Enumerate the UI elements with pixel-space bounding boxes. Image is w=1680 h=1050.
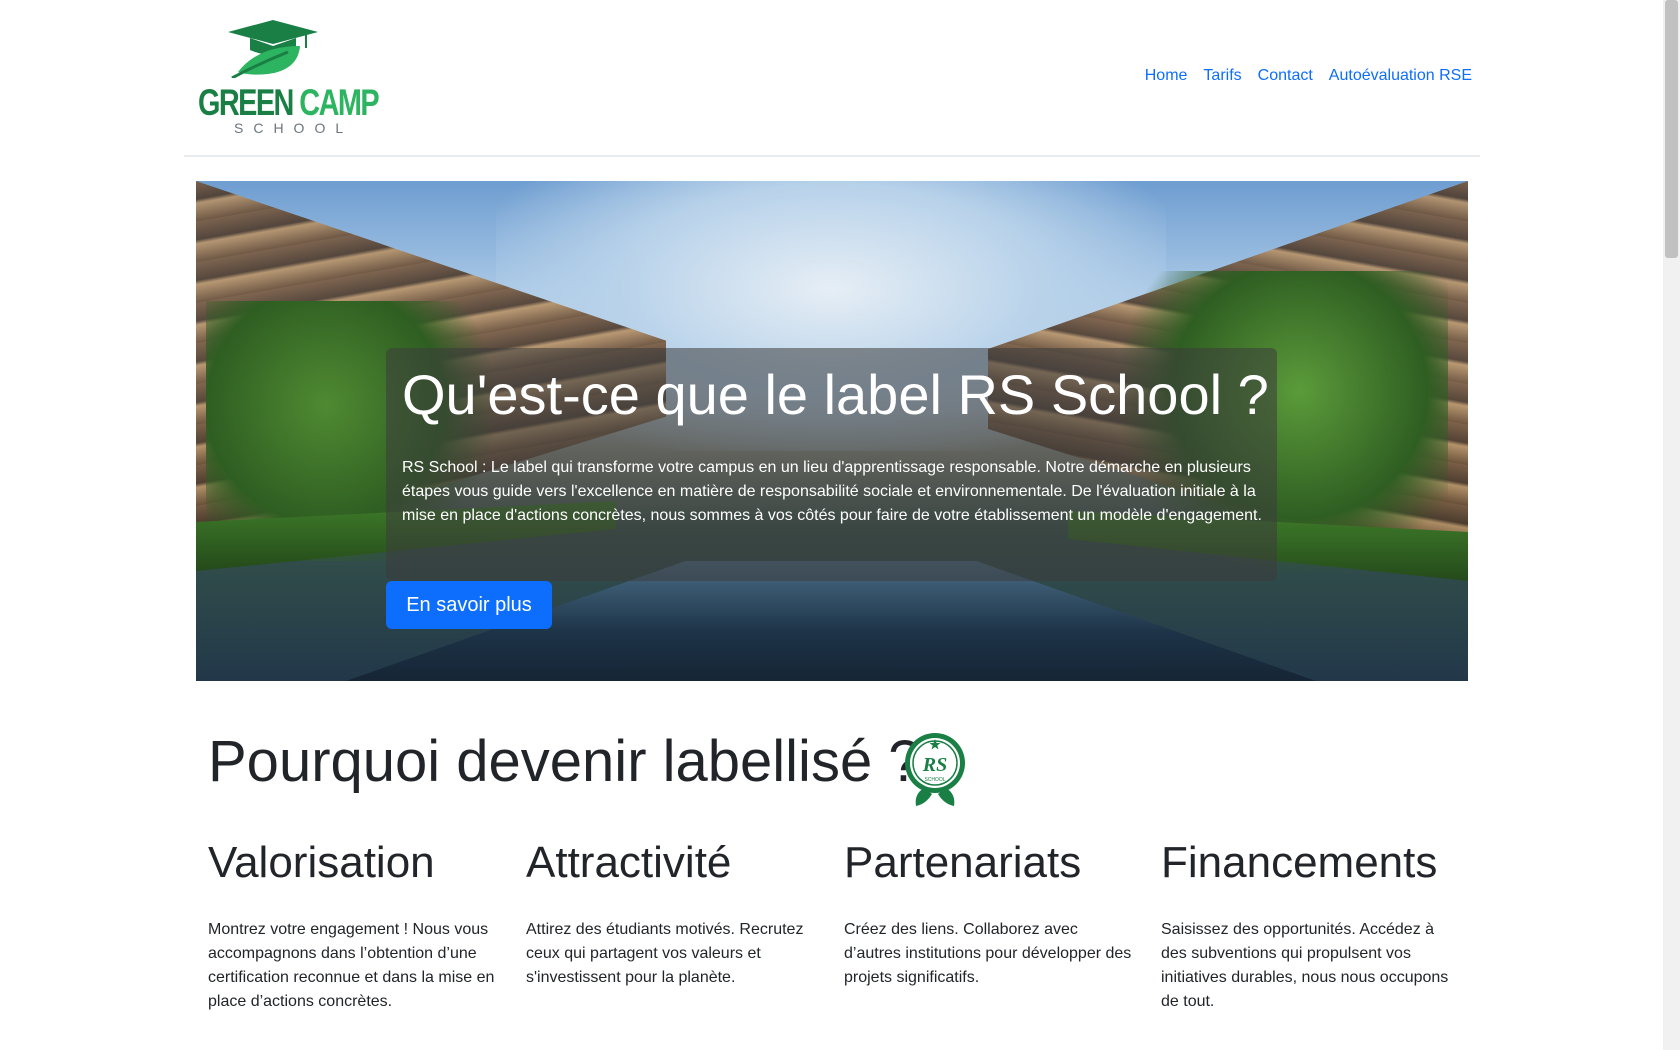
badge-text: RS xyxy=(922,754,947,776)
site-header: GREEN CAMP SCHOOL Home Tarifs Contact Au… xyxy=(184,0,1480,157)
logo-word-green: GREEN xyxy=(198,82,294,123)
feature-text: Montrez votre engagement ! Nous vous acc… xyxy=(208,921,495,1010)
why-section-title: Pourquoi devenir labellisé ? xyxy=(208,729,921,794)
logo-subtitle: SCHOOL xyxy=(234,120,354,136)
logo-word-camp: CAMP xyxy=(299,82,379,123)
feature-title: Financements xyxy=(1161,838,1438,887)
hero-description: RS School : Le label qui transforme votr… xyxy=(402,459,1262,524)
graduation-cap-leaf-icon xyxy=(228,20,318,78)
rs-school-badge-icon: RS SCHOOL xyxy=(905,733,965,806)
feature-valorisation: Valorisation Montrez votre engagement ! … xyxy=(208,838,503,1014)
rs-school-badge: RS SCHOOL xyxy=(904,730,966,812)
feature-text: Attirez des étudiants motivés. Recrutez … xyxy=(526,921,804,986)
nav-tarifs-link[interactable]: Tarifs xyxy=(1203,67,1241,85)
nav-home-link[interactable]: Home xyxy=(1145,67,1188,85)
main-nav: Home Tarifs Contact Autoévaluation RSE xyxy=(1145,67,1472,85)
feature-title: Valorisation xyxy=(208,838,435,887)
feature-title: Attractivité xyxy=(526,838,732,887)
scrollbar[interactable] xyxy=(1663,0,1680,1050)
green-camp-logo[interactable]: GREEN CAMP SCHOOL xyxy=(198,20,380,140)
nav-autoevaluation-link[interactable]: Autoévaluation RSE xyxy=(1329,67,1472,85)
nav-contact-link[interactable]: Contact xyxy=(1258,67,1313,85)
feature-title: Partenariats xyxy=(844,838,1082,887)
badge-subtext: SCHOOL xyxy=(924,777,945,783)
learn-more-button[interactable]: En savoir plus xyxy=(386,581,552,629)
features-grid: Valorisation Montrez votre engagement ! … xyxy=(208,838,1478,1038)
hero-banner: Qu'est-ce que le label RS School ? RS Sc… xyxy=(196,181,1468,681)
feature-text: Créez des liens. Collaborez avec d’autre… xyxy=(844,921,1132,986)
scrollbar-thumb[interactable] xyxy=(1665,0,1678,258)
feature-text: Saisissez des opportunités. Accédez à de… xyxy=(1161,921,1449,1010)
feature-attractivite: Attractivité Attirez des étudiants motiv… xyxy=(526,838,821,990)
logo-wordmark: GREEN CAMP xyxy=(198,82,380,124)
feature-financements: Financements Saisissez des opportunités.… xyxy=(1161,838,1456,1014)
feature-partenariats: Partenariats Créez des liens. Collaborez… xyxy=(844,838,1139,990)
hero-title: Qu'est-ce que le label RS School ? xyxy=(402,363,1269,426)
